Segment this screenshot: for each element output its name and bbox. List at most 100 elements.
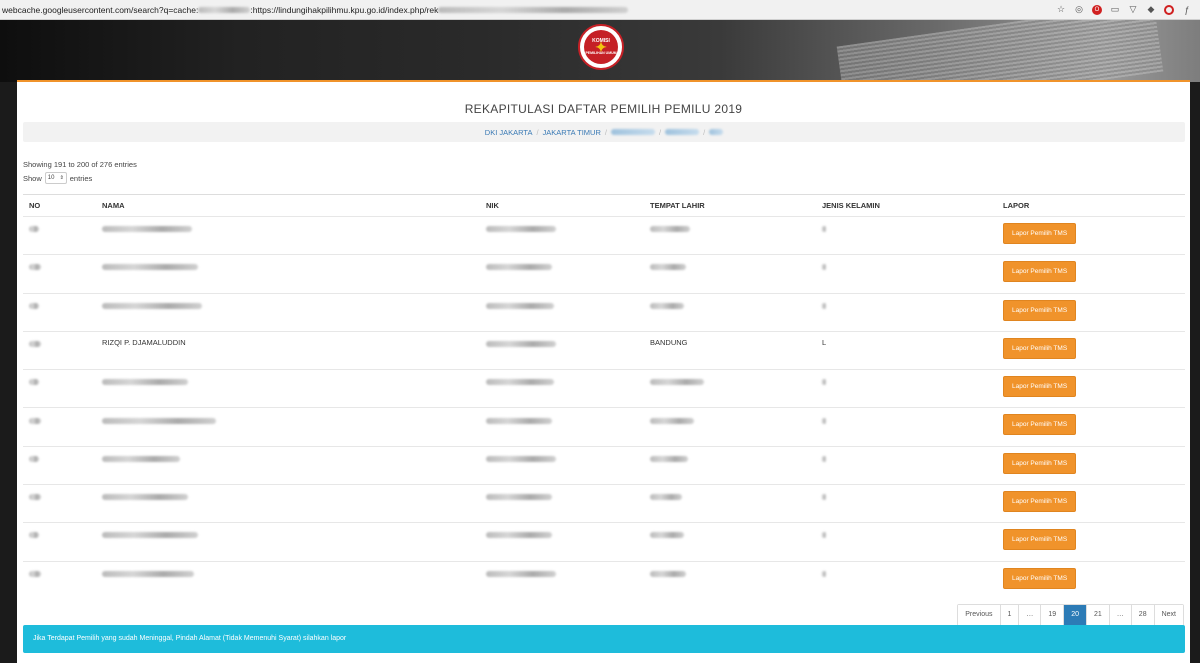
cell-jenis-kelamin: [816, 414, 997, 424]
bookmark-star-icon[interactable]: ☆: [1056, 4, 1066, 15]
table-row: Lapor Pemilih TMS: [23, 445, 1185, 484]
lapor-pemilih-tms-button[interactable]: Lapor Pemilih TMS: [1003, 529, 1077, 551]
redacted-value: [486, 570, 556, 577]
cell-no: [23, 453, 96, 462]
main-panel: REKAPITULASI DAFTAR PEMILIH PEMILU 2019 …: [17, 80, 1190, 663]
cell-tempat-lahir: [644, 568, 816, 577]
cell-jenis-kelamin: L: [822, 337, 827, 347]
extension-icon[interactable]: ◎: [1074, 4, 1084, 15]
breadcrumb-item-redacted[interactable]: [611, 129, 655, 135]
cell-nama: [96, 529, 480, 539]
column-header-no[interactable]: NO: [23, 201, 96, 210]
cell-no: [23, 300, 96, 309]
redacted-value: [822, 532, 826, 539]
redacted-value: [102, 494, 188, 501]
cell-jenis-kelamin: [816, 300, 997, 309]
cell-lapor: Lapor Pemilih TMS: [997, 299, 1185, 321]
cell-jenis-kelamin: [816, 261, 997, 271]
shield-icon[interactable]: ◆: [1146, 4, 1156, 15]
cell-nik: [480, 414, 644, 424]
column-header-lapor[interactable]: LAPOR: [997, 201, 1185, 210]
pagination-page-28[interactable]: 28: [1130, 605, 1154, 625]
lapor-pemilih-tms-button[interactable]: Lapor Pemilih TMS: [1003, 491, 1077, 513]
breadcrumb-item-redacted[interactable]: [665, 129, 700, 135]
table-row: RIZQI P. DJAMALUDDIN BANDUNG L Lapor Pemili…: [23, 330, 1185, 369]
record-icon[interactable]: [1164, 4, 1174, 15]
redacted-value: [822, 417, 826, 424]
cell-lapor: Lapor Pemilih TMS: [997, 529, 1185, 551]
redacted-value: [102, 379, 188, 386]
redacted-value: [486, 532, 552, 539]
cell-nik: [480, 453, 644, 462]
page-title: REKAPITULASI DAFTAR PEMILIH PEMILU 2019: [464, 102, 743, 116]
pagination-previous[interactable]: Previous: [958, 605, 1000, 625]
table-row: Lapor Pemilih TMS: [23, 484, 1185, 522]
table-row: Lapor Pemilih TMS: [23, 254, 1185, 292]
table-row: Lapor Pemilih TMS: [23, 216, 1185, 254]
redacted-value: [650, 532, 684, 539]
pagination-page-1[interactable]: 1: [999, 605, 1019, 625]
lapor-pemilih-tms-button[interactable]: Lapor Pemilih TMS: [1003, 452, 1077, 474]
column-header-nik[interactable]: NIK: [480, 201, 644, 210]
redacted-value: [29, 302, 39, 309]
redacted-value: [486, 264, 552, 271]
redacted-value: [822, 226, 826, 233]
cell-tempat-lahir: [644, 300, 816, 309]
cell-jenis-kelamin: [816, 491, 997, 501]
pagination-page-19[interactable]: 19: [1040, 605, 1064, 625]
pagination: Previous 1… 19 20 21… 28 Next: [957, 604, 1184, 626]
redacted-value: [29, 570, 41, 577]
redacted-value: [650, 302, 684, 309]
redacted-value: [650, 494, 682, 501]
lapor-pemilih-tms-button[interactable]: Lapor Pemilih TMS: [1003, 337, 1077, 359]
pagination-next[interactable]: Next: [1153, 605, 1183, 625]
redacted-value: [102, 455, 180, 462]
opera-icon[interactable]: O: [1092, 4, 1102, 15]
background-photo: [836, 20, 1164, 82]
cell-nik: [480, 300, 644, 309]
redacted-value: [650, 264, 686, 271]
info-alert: Jika Terdapat Pemilih yang sudah Meningg…: [23, 625, 1185, 653]
breadcrumb-item-province[interactable]: DKI JAKARTA: [485, 128, 533, 137]
page-length-value: 10: [47, 175, 55, 181]
cell-no: [23, 261, 96, 271]
redacted-value: [486, 302, 554, 309]
cast-icon[interactable]: ▭: [1110, 4, 1120, 15]
vpn-icon[interactable]: ▽: [1128, 4, 1138, 15]
address-bar[interactable]: webcache.googleusercontent.com/search?q=…: [0, 1, 1056, 19]
breadcrumb-separator: /: [536, 127, 539, 137]
cell-nik: [480, 223, 644, 233]
breadcrumb-item-redacted[interactable]: [709, 129, 724, 135]
table-row: Lapor Pemilih TMS: [23, 369, 1185, 407]
cell-nik: [480, 568, 644, 577]
cell-tempat-lahir: [644, 261, 816, 271]
pagination-page-20[interactable]: 20: [1063, 605, 1086, 625]
cell-nama: [96, 568, 480, 577]
redacted-value: [102, 226, 192, 233]
pagination-ellipsis: …: [1018, 605, 1041, 625]
lapor-pemilih-tms-button[interactable]: Lapor Pemilih TMS: [1003, 299, 1077, 321]
cell-jenis-kelamin: [816, 568, 997, 577]
pagination-page-21[interactable]: 21: [1086, 605, 1109, 625]
cell-jenis-kelamin: [816, 223, 997, 233]
function-icon[interactable]: ƒ: [1182, 5, 1192, 15]
breadcrumb-item-city[interactable]: JAKARTA TIMUR: [543, 128, 601, 137]
page-length-control: Show 10 ⇕ entries: [23, 172, 92, 184]
lapor-pemilih-tms-button[interactable]: Lapor Pemilih TMS: [1003, 223, 1077, 244]
column-header-nama[interactable]: NAMA: [96, 201, 480, 210]
redacted-value: [102, 264, 198, 271]
cell-lapor: Lapor Pemilih TMS: [997, 491, 1185, 513]
column-header-tempat-lahir[interactable]: TEMPAT LAHIR: [644, 201, 816, 210]
cell-jenis-kelamin: [816, 453, 997, 462]
column-header-jenis-kelamin[interactable]: JENIS KELAMIN: [816, 201, 997, 210]
redacted-value: [486, 226, 556, 233]
lapor-pemilih-tms-button[interactable]: Lapor Pemilih TMS: [1003, 567, 1077, 589]
lapor-pemilih-tms-button[interactable]: Lapor Pemilih TMS: [1003, 261, 1077, 283]
table-header: NO NAMA NIK TEMPAT LAHIR JENIS KELAMIN L…: [23, 194, 1185, 216]
page-length-select[interactable]: 10 ⇕: [44, 172, 67, 184]
table-row: Lapor Pemilih TMS: [23, 522, 1185, 560]
lapor-pemilih-tms-button[interactable]: Lapor Pemilih TMS: [1003, 414, 1077, 436]
redacted-value: [486, 379, 554, 386]
redacted-value: [822, 494, 826, 501]
lapor-pemilih-tms-button[interactable]: Lapor Pemilih TMS: [1003, 376, 1077, 398]
